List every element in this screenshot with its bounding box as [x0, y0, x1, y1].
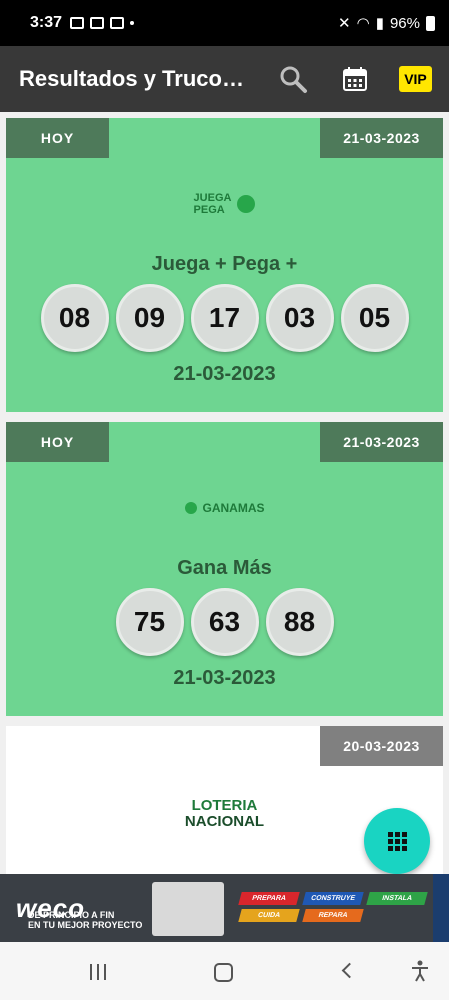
send-icon [90, 17, 105, 29]
product-image [152, 882, 224, 936]
calendar-icon[interactable] [343, 66, 367, 92]
ad-banner[interactable]: weco DE PRINCIPIO A FIN EN TU MEJOR PROY… [0, 874, 433, 942]
ad-slogan-line-2: EN TU MEJOR PROYECTO [28, 920, 143, 930]
signal-icon: ▮ [375, 15, 384, 32]
youtube-icon [110, 17, 125, 29]
grid-icon [387, 831, 407, 851]
app-title: Resultados y Truco… [19, 66, 244, 91]
battery-text: 96% [389, 14, 420, 32]
result-card-juega-pega[interactable]: HOY 21-03-2023 JUEGA PEGA Juega + Pega +… [6, 118, 443, 412]
draw-date: 21-03-2023 [173, 363, 276, 385]
number-ball: 09 [115, 284, 184, 352]
image-icon [70, 17, 85, 29]
ad-tag: REPARA [302, 909, 364, 922]
vip-button[interactable]: VIP [399, 66, 432, 92]
status-time: 3:37 [30, 14, 63, 31]
logo-text: GANAMAS [202, 501, 265, 515]
logo-text-line-2: NACIONAL [184, 813, 265, 830]
result-card-gana-mas[interactable]: HOY 21-03-2023 GANAMAS Gana Más 75 63 88… [6, 422, 443, 716]
battery-icon [426, 15, 435, 31]
notification-icons [70, 17, 135, 29]
logo-ball-icon [184, 502, 197, 514]
ad-slogan: DE PRINCIPIO A FIN EN TU MEJOR PROYECTO [28, 910, 142, 930]
number-ball: 08 [40, 284, 109, 352]
ad-slogan-line-1: DE PRINCIPIO A FIN [28, 910, 115, 920]
ad-edge [433, 874, 449, 942]
logo-text-line-1: LOTERIA [191, 797, 258, 814]
gana-mas-logo: GANAMAS [6, 502, 443, 514]
recents-icon[interactable] [90, 964, 106, 980]
mute-icon: ✕ [338, 15, 351, 32]
system-nav-bar [0, 942, 449, 1000]
number-ball: 63 [190, 588, 259, 656]
app-bar: Resultados y Truco… VIP [0, 46, 449, 112]
ad-tag: INSTALA [366, 892, 428, 905]
number-balls: 75 63 88 [6, 588, 443, 656]
logo-text-line-2: PEGA [193, 204, 225, 216]
date-tag: 21-03-2023 [320, 118, 443, 158]
status-bar: 3:37 ✕ ◠ ▮ 96% [0, 0, 449, 46]
ad-tag: PREPARA [238, 892, 300, 905]
ad-tag: CONSTRUYE [302, 892, 364, 905]
logo-ball-icon [237, 195, 256, 213]
home-icon[interactable] [214, 963, 233, 982]
date-tag: 21-03-2023 [320, 422, 443, 462]
system-icons: ✕ ◠ ▮ 96% [338, 14, 435, 32]
number-ball: 88 [265, 588, 334, 656]
draw-date: 21-03-2023 [173, 667, 276, 689]
ad-tag: CUIDA [238, 909, 300, 922]
today-tag: HOY [6, 422, 109, 462]
number-ball: 05 [340, 284, 409, 352]
today-tag: HOY [6, 118, 109, 158]
game-name: Juega + Pega + [151, 253, 298, 275]
accessibility-icon[interactable] [411, 960, 429, 982]
back-icon[interactable] [341, 962, 358, 979]
number-ball: 75 [115, 588, 184, 656]
wifi-icon: ◠ [356, 15, 370, 32]
logo-text-line-1: JUEGA [193, 192, 232, 204]
juega-pega-logo: JUEGA PEGA [6, 192, 443, 216]
number-balls: 08 09 17 03 05 [6, 284, 443, 352]
ad-tags: PREPARA CONSTRUYE INSTALA CUIDA REPARA [238, 892, 428, 922]
menu-fab-button[interactable] [364, 808, 430, 874]
date-tag: 20-03-2023 [320, 726, 443, 766]
number-ball: 17 [190, 284, 259, 352]
game-name: Gana Más [177, 557, 272, 579]
search-icon[interactable] [278, 64, 308, 94]
number-ball: 03 [265, 284, 334, 352]
results-list[interactable]: HOY 21-03-2023 JUEGA PEGA Juega + Pega +… [0, 112, 449, 874]
more-notifications-icon [130, 21, 135, 25]
